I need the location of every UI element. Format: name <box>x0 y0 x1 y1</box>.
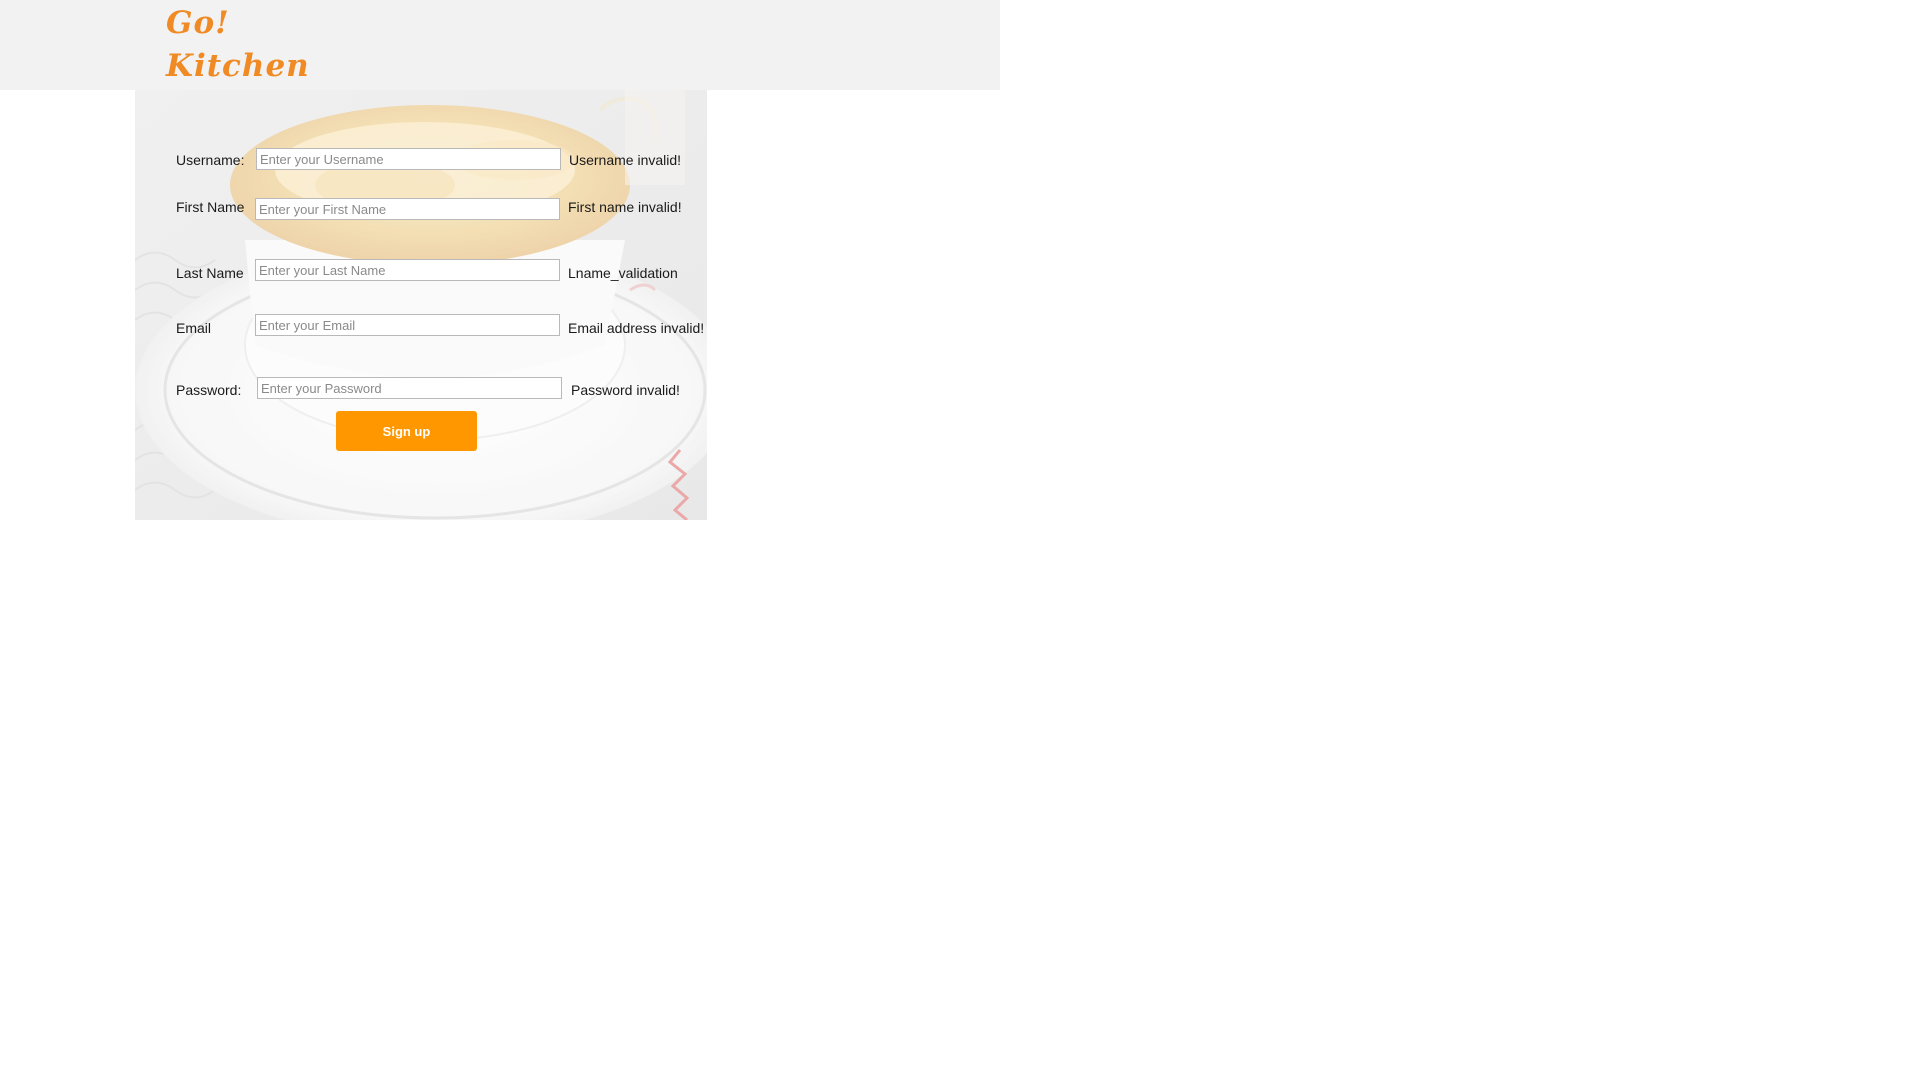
password-label: Password: <box>176 382 242 398</box>
signup-panel: Username: Username invalid! First Name F… <box>135 90 707 520</box>
username-label: Username: <box>176 152 245 168</box>
site-header: Go! Kitchen <box>0 0 1000 90</box>
first-name-input[interactable] <box>255 198 560 220</box>
email-input[interactable] <box>255 314 560 336</box>
first-name-label: First Name <box>176 199 245 215</box>
last-name-input[interactable] <box>255 259 560 281</box>
username-error-message: Username invalid! <box>569 152 682 168</box>
first-name-error-message: First name invalid! <box>568 199 682 215</box>
sign-up-button[interactable]: Sign up <box>336 411 477 451</box>
username-input[interactable] <box>256 148 561 170</box>
go-kitchen-logo[interactable]: Go! Kitchen <box>166 2 310 88</box>
last-name-label: Last Name <box>176 265 244 281</box>
logo-line-1: Go! <box>166 5 230 41</box>
email-error-message: Email address invalid! <box>568 320 705 336</box>
logo-line-2: Kitchen <box>166 48 310 84</box>
password-error-message: Password invalid! <box>571 382 680 398</box>
email-label: Email <box>176 320 212 336</box>
last-name-validation-message: Lname_validation <box>568 265 678 281</box>
password-input[interactable] <box>257 377 562 399</box>
